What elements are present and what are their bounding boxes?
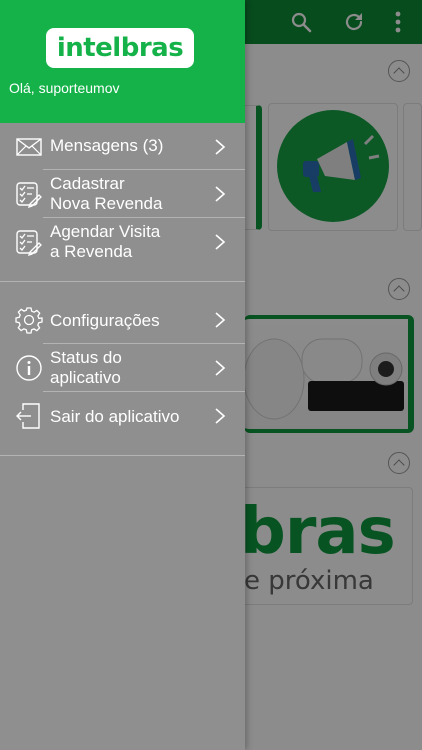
logo-text: intelbras — [56, 33, 184, 63]
menu-item-register-reseller[interactable]: Cadastrar Nova Revenda — [0, 170, 245, 217]
navigation-drawer: intelbras Olá, suporteumov Mensagens (3)… — [0, 0, 245, 750]
menu-item-label: Configurações — [50, 311, 160, 330]
checklist-edit-icon — [15, 180, 43, 209]
menu-item-label: Cadastrar Nova Revenda — [50, 174, 163, 213]
envelope-icon — [15, 133, 43, 161]
menu-item-label: Sair do aplicativo — [50, 407, 180, 426]
menu-section-divider — [0, 455, 245, 456]
exit-door-icon — [15, 402, 43, 430]
chevron-right-icon — [213, 185, 227, 203]
drawer-header: intelbras Olá, suporteumov — [0, 0, 245, 123]
gear-icon — [15, 306, 43, 334]
info-icon — [15, 354, 43, 382]
menu-item-schedule-visit[interactable]: Agendar Visita a Revenda — [0, 218, 245, 265]
menu-item-messages[interactable]: Mensagens (3) — [0, 123, 245, 170]
menu-item-exit-app[interactable]: Sair do aplicativo — [0, 392, 245, 439]
chevron-right-icon — [213, 359, 227, 377]
user-greeting: Olá, suporteumov — [9, 80, 120, 96]
menu-item-label: Status do aplicativo — [50, 348, 122, 387]
chevron-right-icon — [213, 407, 227, 425]
menu-item-app-status[interactable]: Status do aplicativo — [0, 344, 245, 391]
chevron-right-icon — [213, 311, 227, 329]
checklist-edit-icon — [15, 228, 43, 257]
intelbras-logo: intelbras — [46, 28, 194, 68]
chevron-right-icon — [213, 233, 227, 251]
menu-item-settings[interactable]: Configurações — [0, 296, 245, 343]
menu-item-label: Mensagens (3) — [50, 136, 164, 155]
menu-item-label: Agendar Visita a Revenda — [50, 222, 161, 261]
chevron-right-icon — [213, 138, 227, 156]
menu-section-divider — [0, 281, 245, 282]
